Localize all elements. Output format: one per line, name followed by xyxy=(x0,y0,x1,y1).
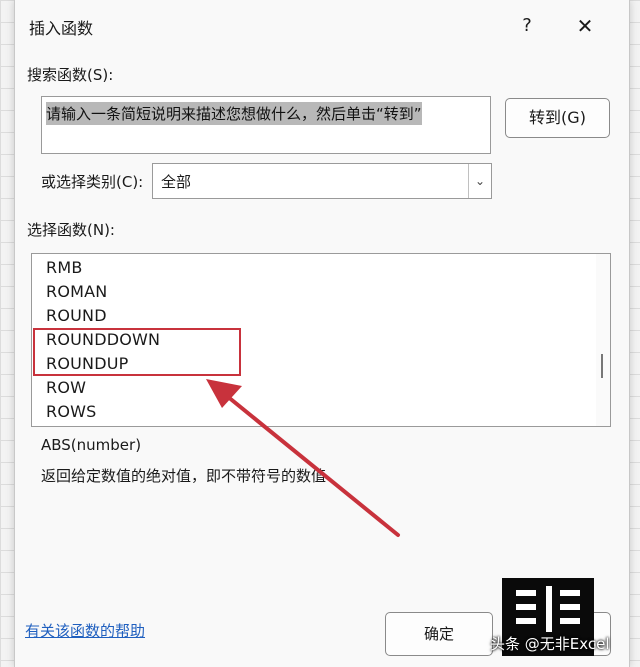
function-help-link[interactable]: 有关该函数的帮助 xyxy=(25,620,145,641)
function-item-roman[interactable]: ROMAN xyxy=(46,282,107,301)
chevron-down-icon[interactable]: ⌄ xyxy=(468,164,491,198)
function-signature: ABS(number) xyxy=(41,436,142,454)
function-item-rows[interactable]: ROWS xyxy=(46,402,97,421)
search-label: 搜索函数(S): xyxy=(27,66,114,84)
function-list-label: 选择函数(N): xyxy=(27,221,115,239)
function-description: 返回给定数值的绝对值，即不带符号的数值 xyxy=(41,467,327,485)
list-scrollbar[interactable] xyxy=(596,254,610,426)
category-value: 全部 xyxy=(161,173,192,191)
insert-function-dialog: 插入函数 ? ✕ 搜索函数(S): 请输入一条简短说明来描述您想做什么，然后单击… xyxy=(14,0,630,667)
help-icon[interactable]: ? xyxy=(515,12,539,40)
function-item-row[interactable]: ROW xyxy=(46,378,86,397)
goto-button[interactable]: 转到(G) xyxy=(505,98,610,138)
dialog-title: 插入函数 xyxy=(29,19,94,38)
category-label: 或选择类别(C): xyxy=(41,173,144,191)
close-icon[interactable]: ✕ xyxy=(571,12,599,40)
ok-button[interactable]: 确定 xyxy=(385,612,493,656)
function-item-round[interactable]: ROUND xyxy=(46,306,107,325)
function-item-rounddown[interactable]: ROUNDDOWN xyxy=(46,330,160,349)
category-select[interactable]: 全部 ⌄ xyxy=(152,163,492,199)
scroll-thumb[interactable] xyxy=(601,354,603,378)
search-input[interactable]: 请输入一条简短说明来描述您想做什么，然后单击“转到” xyxy=(41,96,491,154)
function-item-rmb[interactable]: RMB xyxy=(46,258,83,277)
watermark-text: 头条 @无非Excel xyxy=(490,635,610,653)
function-item-roundup[interactable]: ROUNDUP xyxy=(46,354,128,373)
title-bar: 插入函数 ? ✕ xyxy=(15,0,629,52)
search-input-value: 请输入一条简短说明来描述您想做什么，然后单击“转到” xyxy=(46,102,422,125)
function-list[interactable]: RMB ROMAN ROUND ROUNDDOWN ROUNDUP ROW RO… xyxy=(31,253,611,427)
